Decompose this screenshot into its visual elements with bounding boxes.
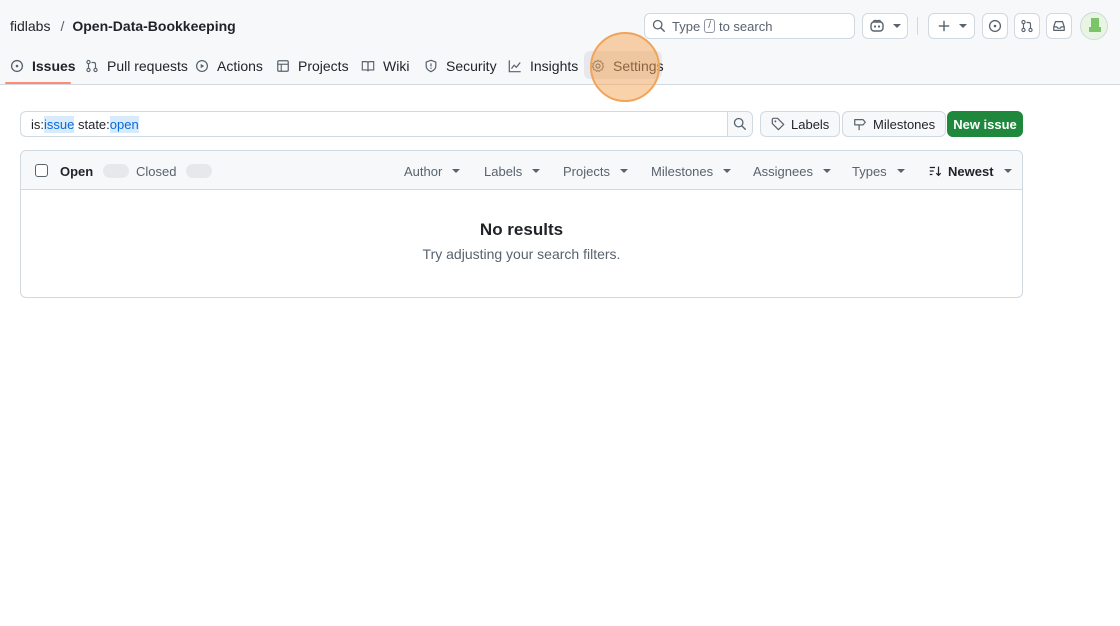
gear-icon bbox=[591, 59, 605, 72]
dropdown-label: Assignees bbox=[753, 163, 813, 179]
new-issue-button[interactable]: New issue bbox=[947, 111, 1023, 137]
chevron-down-icon bbox=[723, 169, 732, 173]
sort-desc-icon bbox=[929, 166, 942, 177]
tab-projects[interactable]: Projects bbox=[276, 50, 349, 82]
projects-filter-dropdown[interactable]: Projects bbox=[563, 163, 628, 179]
search-shortcut-key: / bbox=[704, 19, 715, 33]
types-filter-dropdown[interactable]: Types bbox=[852, 163, 905, 179]
empty-state-subtitle: Try adjusting your search filters. bbox=[422, 246, 621, 262]
active-tab-indicator bbox=[5, 82, 71, 84]
tab-pull-requests[interactable]: Pull requests bbox=[85, 50, 188, 82]
dropdown-label: Labels bbox=[484, 163, 523, 179]
tab-insights[interactable]: Insights bbox=[508, 50, 578, 82]
book-icon bbox=[361, 61, 375, 72]
shield-icon bbox=[425, 59, 437, 73]
closed-count-badge bbox=[186, 164, 213, 178]
milestones-button[interactable]: Milestones bbox=[842, 111, 947, 137]
search-placeholder-prefix: Type bbox=[672, 18, 701, 34]
issues-list: Open Closed Author Labels Projects Miles… bbox=[20, 150, 1023, 298]
pull-requests-button[interactable] bbox=[1014, 13, 1040, 39]
inbox-icon bbox=[1053, 21, 1065, 31]
tab-label: Pull requests bbox=[107, 58, 188, 74]
chevron-down-icon bbox=[893, 24, 901, 28]
tab-label: Issues bbox=[32, 58, 76, 74]
dropdown-label: Projects bbox=[563, 163, 610, 179]
chevron-down-icon bbox=[896, 169, 905, 173]
sort-dropdown[interactable]: Newest bbox=[928, 163, 1012, 179]
pull-request-icon bbox=[1021, 19, 1033, 33]
filter-token: state: bbox=[74, 116, 110, 132]
select-all-checkbox[interactable] bbox=[35, 164, 48, 177]
tab-label: Projects bbox=[298, 58, 349, 74]
open-issues-tab[interactable]: Open bbox=[60, 163, 130, 179]
author-filter-dropdown[interactable]: Author bbox=[404, 163, 461, 179]
chevron-down-icon bbox=[532, 169, 541, 173]
pull-request-icon bbox=[86, 59, 98, 73]
repo-header: fidlabs / Open-Data-Bookkeeping Type / t… bbox=[0, 0, 1120, 85]
graph-icon bbox=[508, 60, 521, 73]
copilot-icon bbox=[870, 19, 884, 32]
closed-label: Closed bbox=[136, 163, 177, 179]
play-icon bbox=[195, 59, 209, 73]
milestone-icon bbox=[854, 119, 866, 131]
open-count-badge bbox=[103, 164, 130, 178]
assignees-filter-dropdown[interactable]: Assignees bbox=[753, 163, 831, 179]
avatar[interactable] bbox=[1080, 12, 1108, 40]
issue-filter-input[interactable]: is: issue state: open bbox=[20, 111, 728, 137]
milestones-filter-dropdown[interactable]: Milestones bbox=[651, 163, 732, 179]
search-icon bbox=[652, 19, 665, 32]
chevron-down-icon bbox=[822, 169, 831, 173]
tab-label: Insights bbox=[530, 58, 579, 74]
labels-button[interactable]: Labels bbox=[760, 111, 841, 137]
chevron-down-icon bbox=[958, 24, 967, 28]
repo-link[interactable]: Open-Data-Bookkeeping bbox=[72, 18, 235, 34]
tab-label: Settings bbox=[613, 58, 664, 74]
tab-settings[interactable]: Settings bbox=[591, 50, 664, 82]
header-divider bbox=[917, 17, 918, 35]
avatar-image-icon bbox=[1089, 18, 1101, 32]
breadcrumb-separator: / bbox=[60, 18, 65, 34]
tab-actions[interactable]: Actions bbox=[195, 50, 263, 82]
tab-label: Security bbox=[446, 58, 497, 74]
labels-filter-dropdown[interactable]: Labels bbox=[484, 163, 541, 179]
filter-token-highlight: issue bbox=[44, 115, 75, 133]
chevron-down-icon bbox=[619, 169, 628, 173]
milestones-button-label: Milestones bbox=[873, 116, 936, 132]
issue-opened-icon bbox=[10, 59, 24, 73]
search-icon bbox=[733, 117, 746, 130]
sort-label: Newest bbox=[948, 163, 994, 179]
tab-security[interactable]: Security bbox=[424, 50, 497, 82]
owner-link[interactable]: fidlabs bbox=[10, 18, 50, 34]
chevron-down-icon bbox=[452, 169, 461, 173]
global-search-input[interactable]: Type / to search bbox=[644, 13, 855, 39]
filter-token: is: bbox=[31, 116, 44, 132]
breadcrumb: fidlabs / Open-Data-Bookkeeping bbox=[10, 18, 236, 34]
dropdown-label: Types bbox=[852, 163, 887, 179]
chevron-down-icon bbox=[1003, 169, 1012, 173]
tab-label: Wiki bbox=[383, 58, 410, 74]
issue-opened-icon bbox=[988, 19, 1002, 33]
open-label: Open bbox=[60, 163, 94, 179]
labels-button-label: Labels bbox=[791, 116, 830, 132]
tab-issues[interactable]: Issues bbox=[10, 50, 76, 82]
tab-wiki[interactable]: Wiki bbox=[361, 50, 409, 82]
empty-state-title: No results bbox=[479, 220, 564, 239]
filter-token-highlight: open bbox=[109, 115, 139, 133]
issues-button[interactable] bbox=[982, 13, 1008, 39]
create-new-button[interactable] bbox=[928, 13, 975, 39]
table-icon bbox=[277, 60, 289, 72]
inbox-button[interactable] bbox=[1046, 13, 1072, 39]
issues-list-header: Open Closed Author Labels Projects Miles… bbox=[21, 151, 1022, 190]
filter-search-button[interactable] bbox=[727, 111, 753, 137]
copilot-button[interactable] bbox=[862, 13, 908, 39]
tab-label: Actions bbox=[217, 58, 263, 74]
dropdown-label: Milestones bbox=[651, 163, 714, 179]
search-placeholder-suffix: to search bbox=[718, 18, 773, 34]
tag-icon bbox=[771, 117, 785, 131]
plus-icon bbox=[938, 20, 949, 32]
closed-issues-tab[interactable]: Closed bbox=[136, 163, 213, 179]
dropdown-label: Author bbox=[404, 163, 443, 179]
